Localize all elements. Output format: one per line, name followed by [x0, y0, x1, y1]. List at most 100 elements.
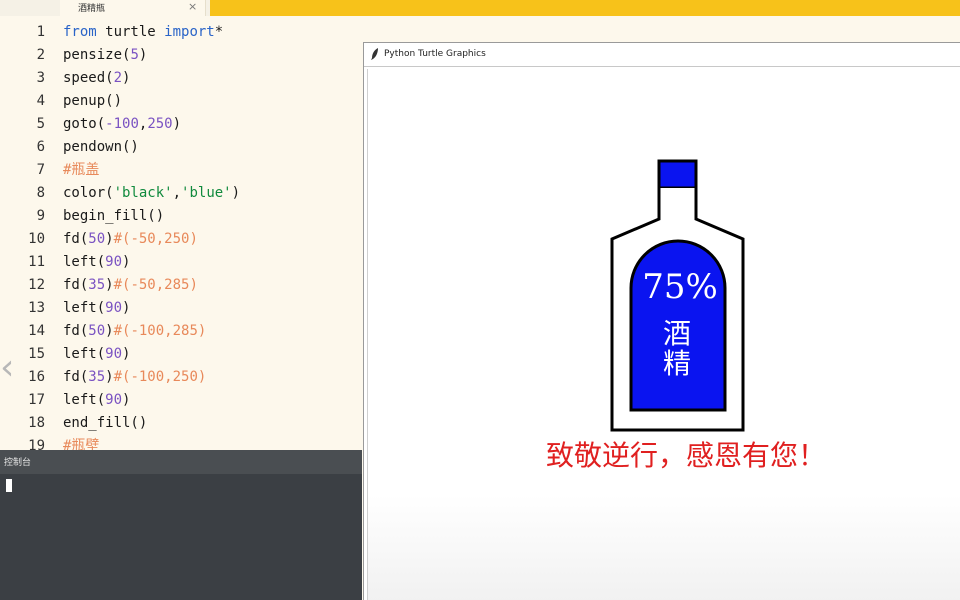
code-token: )	[122, 392, 131, 408]
code-line[interactable]: left(90)	[63, 343, 130, 366]
code-line[interactable]: fd(50)#(-50,250)	[63, 228, 198, 251]
code-token: )	[138, 47, 148, 63]
code-token: #瓶盖	[63, 162, 100, 178]
code-line[interactable]: fd(35)#(-100,250)	[63, 366, 206, 389]
line-number: 11	[28, 254, 45, 270]
code-token: goto(	[63, 116, 106, 132]
console-panel[interactable]: 控制台	[0, 450, 362, 600]
code-token: penup()	[63, 93, 123, 109]
bottle-cap	[657, 159, 698, 190]
line-number: 13	[28, 300, 45, 316]
turtle-graphics-window[interactable]: Python Turtle Graphics 75% 酒 精 致敬逆行，感恩有您…	[363, 42, 960, 600]
code-line[interactable]: pendown()	[63, 136, 139, 159]
code-token: from	[63, 24, 97, 40]
line-number: 17	[28, 392, 45, 408]
code-line[interactable]: left(90)	[63, 297, 130, 320]
line-number: 10	[28, 231, 45, 247]
code-token: end_fill()	[63, 415, 148, 431]
code-line[interactable]: fd(35)#(-50,285)	[63, 274, 198, 297]
line-number: 12	[28, 277, 45, 293]
code-token: -100	[105, 116, 139, 132]
line-number: 3	[36, 70, 45, 86]
code-token: fd(	[63, 231, 89, 247]
tribute-message: 致敬逆行，感恩有您！	[546, 439, 826, 472]
turtle-window-titlebar[interactable]: Python Turtle Graphics	[364, 43, 960, 67]
code-line[interactable]: #瓶壁	[63, 435, 99, 450]
code-token: color(	[63, 185, 114, 201]
code-token: 50	[88, 323, 106, 339]
feather-icon	[371, 48, 378, 60]
code-token: pendown()	[63, 139, 139, 155]
code-line[interactable]: fd(50)#(-100,285)	[63, 320, 206, 343]
editor-tab-bar: 酒精瓶 ×	[0, 0, 960, 16]
line-number: 7	[36, 162, 45, 178]
code-token: )	[122, 254, 131, 270]
code-token: #(-50,285)	[113, 277, 198, 293]
code-token: begin_fill()	[63, 208, 165, 224]
line-number: 5	[36, 116, 45, 132]
code-token: import	[164, 24, 215, 40]
code-line[interactable]: from turtle import*	[63, 21, 223, 44]
code-line[interactable]: left(90)	[63, 251, 130, 274]
line-number: 4	[36, 93, 45, 109]
tab-label: 酒精瓶	[78, 4, 106, 14]
code-line[interactable]: color('black','blue')	[63, 182, 240, 205]
code-line[interactable]: #瓶盖	[63, 159, 99, 182]
code-token: 5	[130, 47, 139, 63]
code-token: speed(	[63, 70, 114, 86]
code-token: 'black'	[113, 185, 173, 201]
code-token: 90	[105, 254, 123, 270]
turtle-canvas[interactable]: 75% 酒 精 致敬逆行，感恩有您！	[367, 69, 960, 600]
code-line[interactable]: goto(-100,250)	[63, 113, 181, 136]
code-token: 90	[105, 392, 123, 408]
code-token: fd(	[63, 323, 89, 339]
code-token: *	[214, 24, 224, 40]
label-percent: 75%	[642, 267, 718, 307]
code-token: )	[122, 346, 131, 362]
code-token: 2	[113, 70, 123, 86]
code-token: )	[105, 323, 114, 339]
code-line[interactable]: end_fill()	[63, 412, 147, 435]
code-token: )	[231, 185, 241, 201]
code-token: left(	[63, 346, 106, 362]
code-token: #(-100,250)	[113, 369, 207, 385]
code-token: )	[172, 116, 182, 132]
label-char-1: 酒	[663, 317, 691, 350]
code-token: #瓶壁	[63, 438, 100, 450]
code-token: pensize(	[63, 47, 131, 63]
code-token: fd(	[63, 369, 89, 385]
code-token: fd(	[63, 277, 89, 293]
code-editor[interactable]: 1 2 3 4 5 6 7 8 9 10 11 12 13 14 15 16 17 18 19 from turtl…	[0, 16, 362, 450]
line-number: 9	[36, 208, 45, 224]
console-title: 控制台	[4, 458, 32, 468]
code-token: 90	[105, 300, 123, 316]
chevron-left-icon[interactable]: ‹	[0, 348, 24, 388]
code-token: 35	[88, 277, 106, 293]
code-line[interactable]: begin_fill()	[63, 205, 164, 228]
code-token: )	[105, 277, 114, 293]
code-token: 250	[147, 116, 173, 132]
code-token: ,	[172, 185, 182, 201]
code-token: 90	[105, 346, 123, 362]
code-token: 'blue'	[181, 185, 232, 201]
code-token: turtle	[96, 24, 165, 40]
label-char-2: 精	[663, 347, 691, 380]
close-icon[interactable]: ×	[188, 0, 197, 13]
tab-file[interactable]: 酒精瓶 ×	[60, 0, 206, 16]
code-token: )	[122, 70, 131, 86]
code-line[interactable]: pensize(5)	[63, 44, 147, 67]
code-line[interactable]: left(90)	[63, 389, 130, 412]
console-header: 控制台	[0, 450, 362, 474]
console-cursor	[6, 479, 12, 492]
line-number: 14	[28, 323, 45, 339]
line-number: 2	[36, 47, 45, 63]
drawing-svg: 75% 酒 精 致敬逆行，感恩有您！	[546, 159, 826, 472]
code-token: 50	[88, 231, 106, 247]
code-token: #(-100,285)	[113, 323, 207, 339]
tab-bar-accent	[210, 0, 960, 16]
line-number: 1	[36, 24, 45, 40]
code-line[interactable]: speed(2)	[63, 67, 130, 90]
code-line[interactable]: penup()	[63, 90, 122, 113]
code-token: )	[122, 300, 131, 316]
code-token: left(	[63, 392, 106, 408]
